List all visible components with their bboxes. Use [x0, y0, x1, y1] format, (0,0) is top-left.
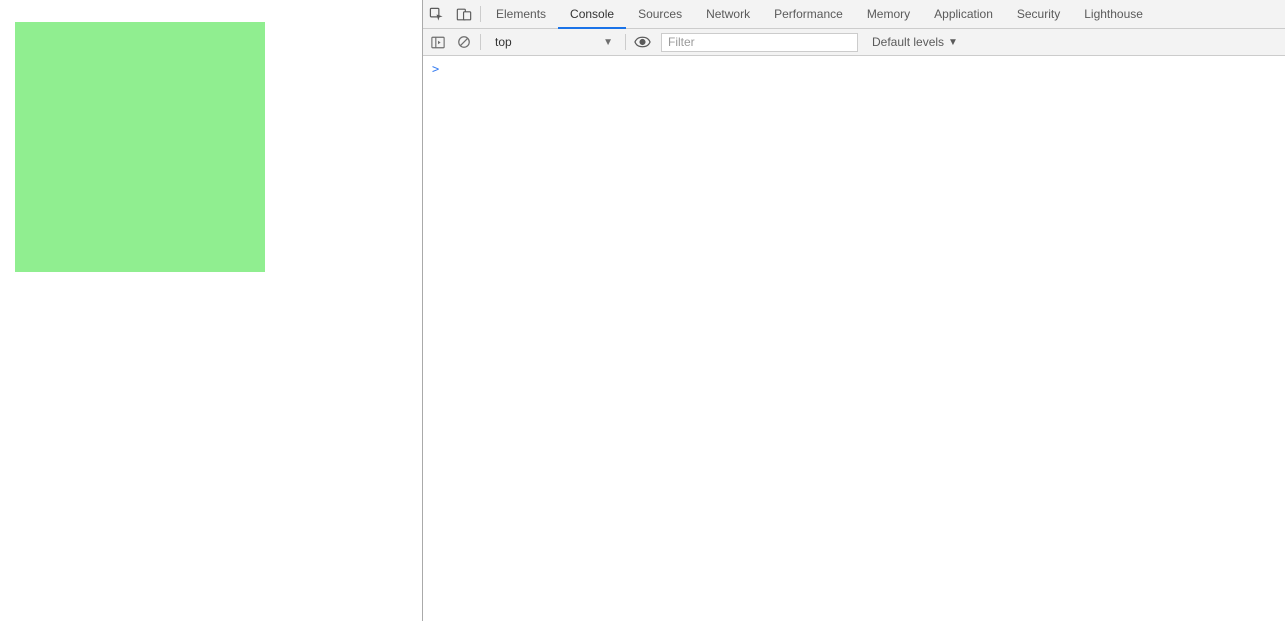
toggle-console-sidebar-icon[interactable]	[425, 29, 451, 55]
tab-application[interactable]: Application	[922, 0, 1005, 28]
tab-security[interactable]: Security	[1005, 0, 1072, 28]
execution-context-label: top	[495, 35, 512, 49]
log-levels-label: Default levels	[872, 35, 944, 49]
tab-elements[interactable]: Elements	[484, 0, 558, 28]
console-prompt[interactable]: >	[429, 60, 1279, 78]
app-root: Elements Console Sources Network Perform…	[0, 0, 1285, 621]
dropdown-triangle-icon: ▼	[948, 37, 958, 48]
live-expression-icon[interactable]	[629, 29, 655, 55]
toolbar-separator-2	[625, 34, 626, 50]
tab-lighthouse[interactable]: Lighthouse	[1072, 0, 1155, 28]
dropdown-triangle-icon: ▼	[603, 37, 613, 48]
inspect-element-icon[interactable]	[423, 0, 450, 28]
execution-context-select[interactable]: top ▼	[490, 32, 618, 52]
toolbar-separator-1	[480, 34, 481, 50]
tab-network[interactable]: Network	[694, 0, 762, 28]
tab-sources[interactable]: Sources	[626, 0, 694, 28]
tab-performance[interactable]: Performance	[762, 0, 855, 28]
console-output: >	[423, 56, 1285, 621]
green-box	[15, 22, 265, 272]
page-viewport	[0, 0, 423, 621]
device-toolbar-icon[interactable]	[450, 0, 477, 28]
tab-memory[interactable]: Memory	[855, 0, 922, 28]
devtools-tabbar: Elements Console Sources Network Perform…	[423, 0, 1285, 29]
devtools-tabs: Elements Console Sources Network Perform…	[484, 0, 1155, 28]
devtools-panel: Elements Console Sources Network Perform…	[423, 0, 1285, 621]
tab-console[interactable]: Console	[558, 0, 626, 28]
tabbar-separator	[480, 6, 481, 22]
clear-console-icon[interactable]	[451, 29, 477, 55]
log-levels-select[interactable]: Default levels ▼	[866, 35, 964, 49]
console-toolbar: top ▼ Default levels ▼	[423, 29, 1285, 56]
console-filter-input[interactable]	[661, 33, 858, 52]
